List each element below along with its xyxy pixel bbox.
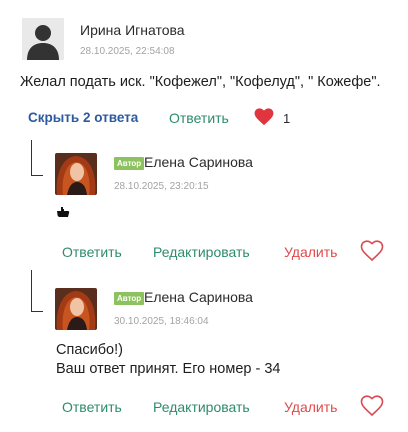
- comment-timestamp: 28.10.2025, 22:54:08: [80, 46, 175, 57]
- author-badge: Автор: [114, 292, 145, 305]
- reply-timestamp: 28.10.2025, 23:20:15: [114, 181, 209, 192]
- avatar-photo-icon: [55, 153, 97, 195]
- thread-connector: [31, 270, 43, 312]
- author-badge: Автор: [114, 157, 145, 170]
- reply-text-line: Ваш ответ принят. Его номер - 34: [56, 361, 281, 377]
- pointing-hand-icon: [57, 207, 70, 217]
- like-button[interactable]: [360, 395, 384, 422]
- reply-author[interactable]: Елена Саринова: [144, 154, 253, 170]
- like-count: 1: [283, 111, 291, 126]
- reply-text: [56, 205, 70, 223]
- reply-button[interactable]: Ответить: [62, 399, 122, 415]
- hide-replies-button[interactable]: Скрыть 2 ответа: [28, 110, 138, 125]
- heart-outline-icon: [360, 240, 384, 262]
- reply-timestamp: 30.10.2025, 18:46:04: [114, 316, 209, 327]
- comment-author[interactable]: Ирина Игнатова: [80, 22, 185, 38]
- delete-button[interactable]: Удалить: [284, 399, 337, 415]
- avatar: [55, 153, 97, 195]
- heart-outline-icon: [360, 395, 384, 417]
- edit-button[interactable]: Редактировать: [153, 399, 250, 415]
- reply-author[interactable]: Елена Саринова: [144, 289, 253, 305]
- reply-text-line: Спасибо!): [56, 342, 123, 358]
- thread-connector: [31, 140, 43, 176]
- avatar-photo-icon: [55, 288, 97, 330]
- like-button[interactable]: [254, 108, 274, 131]
- comment-text: Желал подать иск. "Кофежел", "Кофелуд", …: [20, 74, 381, 90]
- heart-filled-icon: [254, 108, 274, 126]
- delete-button[interactable]: Удалить: [284, 244, 337, 260]
- reply-button[interactable]: Ответить: [62, 244, 122, 260]
- reply-button[interactable]: Ответить: [169, 110, 229, 126]
- edit-button[interactable]: Редактировать: [153, 244, 250, 260]
- avatar: [22, 18, 64, 60]
- avatar: [55, 288, 97, 330]
- user-silhouette-icon: [22, 18, 64, 60]
- like-button[interactable]: [360, 240, 384, 267]
